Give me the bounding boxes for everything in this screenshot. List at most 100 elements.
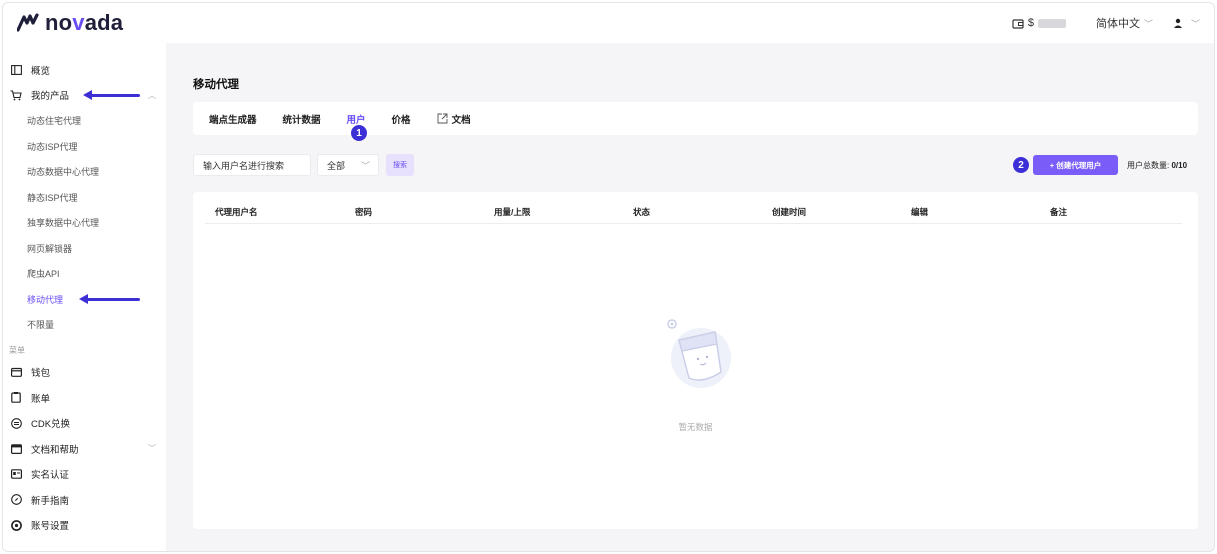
doc-icon <box>9 443 23 454</box>
sidebar-item-label: 动态住宅代理 <box>27 116 82 127</box>
sidebar-item-label: 动态ISP代理 <box>27 141 78 152</box>
sidebar-item-label: 实名认证 <box>31 470 70 482</box>
tab-bar: 端点生成器 统计数据 用户 价格 文档 <box>193 102 1198 135</box>
balance[interactable]: $ <box>1012 17 1066 29</box>
sidebar-subitem-scraper-api[interactable]: 爬虫API <box>3 261 166 287</box>
sidebar-item-beginner-guide[interactable]: 新手指南 <box>3 487 166 513</box>
compass-icon <box>9 494 23 506</box>
column-header: 用量/上限 <box>494 207 531 217</box>
chevron-down-icon: ﹀ <box>360 160 370 171</box>
page-title: 移动代理 <box>193 79 239 91</box>
user-count-label: 用户总数量: <box>1127 161 1170 170</box>
tab-endpoint-generator[interactable]: 端点生成器 <box>209 112 257 126</box>
users-table: 代理用户名 密码 用量/上限 状态 创建时间 编辑 备注 暂无数据 <box>193 192 1198 529</box>
sidebar-item-label: 爬虫API <box>27 269 60 280</box>
sidebar-item-label: 不限量 <box>27 320 55 331</box>
language-label: 简体中文 <box>1095 18 1140 30</box>
status-select[interactable]: 全部 ﹀ <box>317 154 379 176</box>
id-card-icon <box>9 469 23 480</box>
sidebar-item-label: 账单 <box>31 393 51 405</box>
tab-statistics[interactable]: 统计数据 <box>283 112 321 126</box>
sidebar-item-label: 移动代理 <box>27 294 64 305</box>
chevron-down-icon: ﹀ <box>1143 18 1153 29</box>
sidebar-item-label: 新手指南 <box>31 495 70 507</box>
sidebar-subitem-unlimited[interactable]: 不限量 <box>3 312 166 338</box>
sidebar-item-label: 独享数据中心代理 <box>27 218 100 229</box>
sidebar-item-label: 钱包 <box>31 368 51 380</box>
column-header: 编辑 <box>911 207 929 217</box>
sidebar-item-label: 动态数据中心代理 <box>27 167 100 178</box>
user-count: 用户总数量: 0/10 <box>1127 160 1187 171</box>
tab-docs[interactable]: 文档 <box>437 112 471 126</box>
annotation-arrow <box>79 293 140 304</box>
sidebar-subitem-dynamic-residential[interactable]: 动态住宅代理 <box>3 108 166 134</box>
settings-icon <box>9 519 23 531</box>
user-menu[interactable]: ﹀ <box>1173 17 1200 30</box>
column-header: 代理用户名 <box>215 207 258 217</box>
app-window: novada $ 简体中文 ﹀ ﹀ 概览 我的产品 ︿ 动态住宅代理 动态ISP… <box>2 2 1215 552</box>
external-link-icon <box>437 113 448 124</box>
sidebar-item-verification[interactable]: 实名认证 <box>3 462 166 488</box>
logo[interactable]: novada <box>17 10 123 36</box>
tab-label: 统计数据 <box>282 114 321 126</box>
tab-pricing[interactable]: 价格 <box>392 112 411 126</box>
annotation-arrow <box>83 89 140 100</box>
logo-text: novada <box>45 10 124 35</box>
empty-state-illustration-icon <box>667 319 731 388</box>
tab-users[interactable]: 用户 <box>347 112 366 126</box>
balance-value-redacted <box>1037 18 1066 28</box>
chevron-down-icon: ﹀ <box>1190 18 1200 29</box>
chevron-down-icon: ﹀ <box>148 444 156 454</box>
annotation-badge-2: 2 <box>1013 157 1029 173</box>
balance-currency: $ <box>1027 17 1034 29</box>
sidebar-item-label: 网页解锁器 <box>27 243 73 254</box>
sidebar-item-bill[interactable]: 账单 <box>3 385 166 411</box>
select-value: 全部 <box>327 160 346 171</box>
main-content: 移动代理 端点生成器 统计数据 用户 价格 文档 1 输入用户名进行搜索 全部 … <box>166 43 1214 551</box>
overview-icon <box>9 64 23 75</box>
tab-label: 文档 <box>451 114 471 126</box>
create-proxy-user-button[interactable]: + 创建代理用户 <box>1033 155 1118 175</box>
sidebar-subitem-dedicated-datacenter[interactable]: 独享数据中心代理 <box>3 210 166 236</box>
user-icon <box>1173 18 1182 28</box>
sidebar-subitem-static-isp[interactable]: 静态ISP代理 <box>3 185 166 211</box>
wallet-icon <box>9 367 23 378</box>
sidebar-item-label: CDK兑换 <box>31 419 71 431</box>
sidebar-subitem-web-unlocker[interactable]: 网页解锁器 <box>3 236 166 262</box>
toolbar: 输入用户名进行搜索 全部 ﹀ 搜索 2 + 创建代理用户 用户总数量: 0/10 <box>193 154 1198 178</box>
sidebar-item-overview[interactable]: 概览 <box>3 57 166 83</box>
search-button[interactable]: 搜索 <box>386 154 414 176</box>
sidebar-item-my-products[interactable]: 我的产品 ︿ <box>3 83 166 109</box>
language-selector[interactable]: 简体中文 ﹀ <box>1096 15 1153 31</box>
user-count-value: 0/10 <box>1171 161 1188 170</box>
column-header: 密码 <box>355 207 373 217</box>
empty-state-text: 暂无数据 <box>678 422 713 432</box>
tab-label: 端点生成器 <box>209 114 257 126</box>
column-header: 备注 <box>1050 207 1068 217</box>
annotation-badge-1: 1 <box>351 125 367 141</box>
logo-mark-icon <box>17 13 39 32</box>
sidebar-item-cdk[interactable]: CDK兑换 <box>3 411 166 437</box>
chevron-up-icon: ︿ <box>148 90 156 100</box>
sidebar-item-wallet[interactable]: 钱包 <box>3 360 166 386</box>
sidebar-item-label: 概览 <box>31 65 51 77</box>
column-header: 状态 <box>633 207 651 217</box>
sidebar-item-label: 静态ISP代理 <box>27 192 78 203</box>
sidebar-item-label: 文档和帮助 <box>31 444 79 456</box>
sidebar-subitem-dynamic-datacenter[interactable]: 动态数据中心代理 <box>3 159 166 185</box>
sidebar-item-label: 我的产品 <box>31 91 70 103</box>
sidebar-item-docs-help[interactable]: 文档和帮助 ﹀ <box>3 436 166 462</box>
sidebar-subitem-mobile-proxy[interactable]: 移动代理 <box>3 287 166 313</box>
tab-label: 用户 <box>346 114 366 126</box>
bill-icon <box>9 392 23 404</box>
top-bar: novada $ 简体中文 ﹀ ﹀ <box>3 3 1214 43</box>
sidebar-item-account-settings[interactable]: 账号设置 <box>3 513 166 539</box>
cart-icon <box>9 90 23 101</box>
sidebar-subitem-dynamic-isp[interactable]: 动态ISP代理 <box>3 134 166 160</box>
wallet-icon <box>1012 18 1024 29</box>
table-header: 代理用户名 密码 用量/上限 状态 创建时间 编辑 备注 <box>205 202 1182 224</box>
sidebar: 概览 我的产品 ︿ 动态住宅代理 动态ISP代理 动态数据中心代理 静态ISP代… <box>3 43 166 551</box>
exchange-icon <box>9 417 23 429</box>
sidebar-item-label: 账号设置 <box>31 521 70 533</box>
search-input[interactable]: 输入用户名进行搜索 <box>193 154 311 176</box>
